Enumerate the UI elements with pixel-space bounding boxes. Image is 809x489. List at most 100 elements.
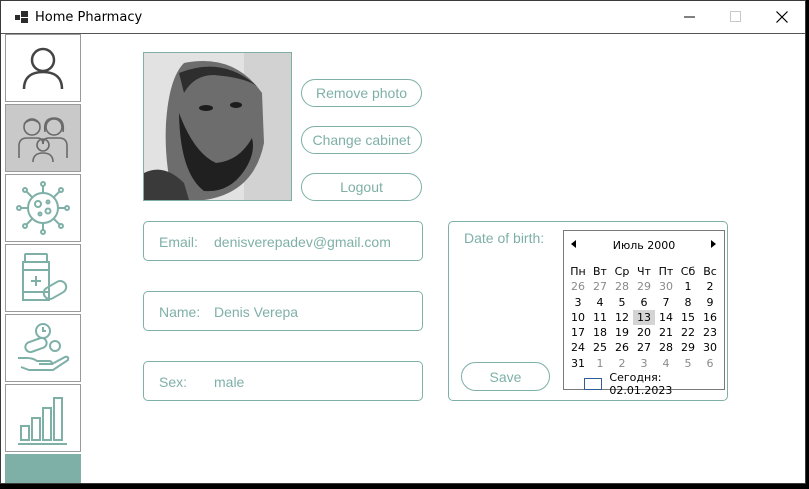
calendar-day[interactable]: 1 [677, 279, 699, 294]
calendar-day[interactable]: 28 [655, 340, 677, 355]
name-value: Denis Verepa [214, 304, 299, 320]
sidebar-footer [5, 454, 81, 483]
calendar-day[interactable]: 5 [677, 356, 699, 371]
calendar-day[interactable]: 26 [611, 340, 633, 355]
calendar-day[interactable]: 18 [589, 325, 611, 340]
name-label: Name: [159, 304, 201, 320]
today-label: Сегодня: 02.01.2023 [609, 371, 673, 397]
calendar-day[interactable]: 26 [567, 279, 589, 294]
sidebar-item-family[interactable] [5, 104, 81, 172]
calendar-month-title: Июль 2000 [612, 239, 676, 252]
calendar-day[interactable]: 31 [567, 356, 589, 371]
calendar-day[interactable]: 3 [633, 356, 655, 371]
email-field[interactable]: Email: denisverepadev@gmail.com [143, 221, 423, 261]
family-icon [18, 117, 68, 163]
calendar-day[interactable]: 9 [699, 295, 721, 310]
date-of-birth-label: Date of birth: [464, 230, 545, 246]
calendar-day[interactable]: 17 [567, 325, 589, 340]
calendar-week-row: 26 27 28 29 30 1 2 [567, 279, 721, 294]
calendar-day[interactable]: 8 [677, 295, 699, 310]
virus-icon [16, 181, 70, 235]
weekday-label: Ср [614, 265, 630, 278]
calendar-day[interactable]: 1 [589, 356, 611, 371]
close-icon [776, 11, 788, 23]
email-label: Email: [159, 234, 198, 250]
weekday-label: Вс [703, 265, 717, 278]
save-button[interactable]: Save [461, 362, 550, 391]
calendar-day[interactable]: 6 [699, 356, 721, 371]
pills-icon [22, 253, 68, 301]
calendar-day[interactable]: 27 [589, 279, 611, 294]
calendar-day[interactable]: 14 [655, 310, 677, 325]
calendar-day[interactable]: 15 [677, 310, 699, 325]
calendar-day[interactable]: 4 [655, 356, 677, 371]
calendar-day[interactable]: 29 [677, 340, 699, 355]
sidebar-item-profile[interactable] [5, 34, 81, 102]
sidebar-item-statistics[interactable] [5, 384, 81, 452]
calendar-day[interactable]: 11 [589, 310, 611, 325]
calendar-day[interactable]: 16 [699, 310, 721, 325]
remove-photo-button[interactable]: Remove photo [301, 79, 422, 107]
calendar-day[interactable]: 27 [633, 340, 655, 355]
date-of-birth-panel: Date of birth: Save Июль 2000 Пн Вт Ср Ч… [448, 221, 728, 401]
sidebar-item-schedule[interactable] [5, 314, 81, 382]
calendar-day[interactable]: 19 [611, 325, 633, 340]
calendar-day[interactable]: 22 [677, 325, 699, 340]
user-icon [22, 47, 64, 90]
app-window: Home Pharmacy Remove photo Change cabine… [0, 0, 806, 484]
calendar-grid: Пн Вт Ср Чт Пт Сб Вс 26 27 28 29 30 1 2 3 4 5 6 7 8 9… [567, 264, 721, 371]
title-bar[interactable]: Home Pharmacy [1, 1, 805, 34]
calendar-day[interactable]: 25 [589, 340, 611, 355]
sidebar-item-medicines[interactable] [5, 244, 81, 312]
calendar-day[interactable]: 24 [567, 340, 589, 355]
window-title: Home Pharmacy [35, 10, 143, 25]
calendar-day[interactable]: 20 [633, 325, 655, 340]
app-icon [15, 11, 28, 23]
calendar-day[interactable]: 4 [589, 295, 611, 310]
calendar-week-row: 10 11 12 13 14 15 16 [567, 309, 721, 326]
calendar-day[interactable]: 23 [699, 325, 721, 340]
hand-pill-clock-icon [18, 323, 70, 371]
calendar-day[interactable]: 29 [633, 279, 655, 294]
change-cabinet-button[interactable]: Change cabinet [301, 126, 422, 154]
weekday-label: Пн [570, 265, 586, 278]
logout-button[interactable]: Logout [301, 173, 422, 201]
sidebar [5, 34, 81, 483]
weekday-label: Пт [658, 265, 674, 278]
calendar-day[interactable]: 3 [567, 295, 589, 310]
sex-value: male [214, 374, 245, 390]
weekday-label: Чт [637, 265, 651, 278]
calendar-day[interactable]: 6 [633, 295, 655, 310]
close-button[interactable] [759, 1, 805, 33]
calendar-day[interactable]: 30 [699, 340, 721, 355]
weekday-row: Пн Вт Ср Чт Пт Сб Вс [567, 264, 721, 279]
calendar-day[interactable]: 21 [655, 325, 677, 340]
profile-photo [143, 52, 292, 201]
calendar-day[interactable]: 7 [655, 295, 677, 310]
next-month-icon[interactable] [711, 240, 716, 248]
profile-photo-image [144, 53, 291, 200]
calendar-week-row: 31 1 2 3 4 5 6 [567, 356, 721, 371]
calendar-day[interactable]: 12 [611, 310, 633, 325]
calendar-day[interactable]: 13 [633, 309, 655, 326]
calendar-day[interactable]: 5 [611, 295, 633, 310]
calendar-today[interactable]: Сегодня: 02.01.2023 [584, 371, 724, 397]
maximize-button[interactable] [713, 1, 759, 33]
calendar-week-row: 24 25 26 27 28 29 30 [567, 340, 721, 355]
calendar-day[interactable]: 30 [655, 279, 677, 294]
bar-chart-icon [18, 397, 67, 445]
sidebar-item-virus[interactable] [5, 174, 81, 242]
minimize-button[interactable] [667, 1, 713, 33]
name-field[interactable]: Name: Denis Verepa [143, 291, 423, 331]
calendar-day[interactable]: 2 [699, 279, 721, 294]
calendar-day[interactable]: 28 [611, 279, 633, 294]
date-of-birth-calendar[interactable]: Июль 2000 Пн Вт Ср Чт Пт Сб Вс 26 27 28 29 3… [563, 230, 725, 397]
calendar-week-row: 3456789 [567, 295, 721, 310]
calendar-day[interactable]: 2 [611, 356, 633, 371]
weekday-label: Сб [680, 265, 696, 278]
calendar-week-row: 17 18 19 20 21 22 23 [567, 325, 721, 340]
minimize-icon [684, 16, 695, 18]
calendar-day[interactable]: 10 [567, 310, 589, 325]
sex-field[interactable]: Sex: male [143, 361, 423, 401]
maximize-icon [730, 11, 741, 22]
